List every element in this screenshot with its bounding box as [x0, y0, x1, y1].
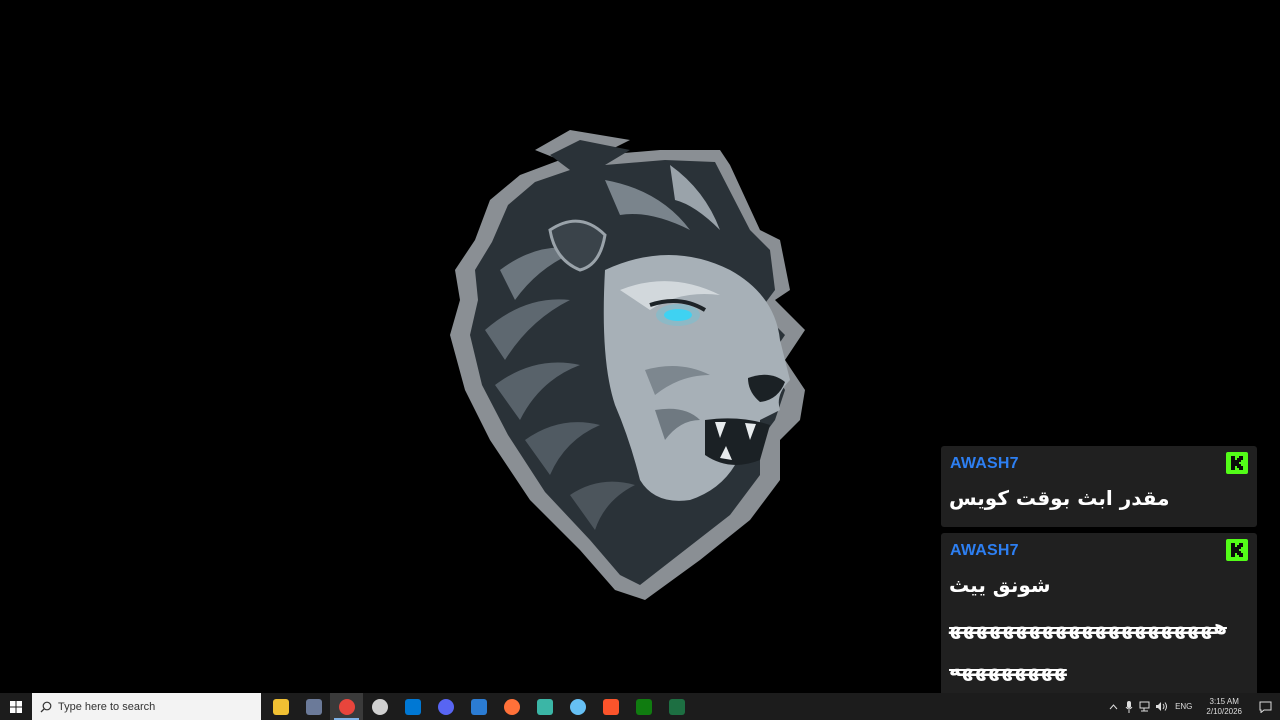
file-explorer-icon — [272, 698, 289, 715]
clock-date: 2/10/2026 — [1206, 706, 1242, 716]
kick-logo-icon — [1226, 452, 1248, 474]
kick-logo-icon — [1226, 539, 1248, 561]
chat-username: AWASH7 — [950, 455, 1019, 472]
volume-icon[interactable] — [1153, 693, 1169, 720]
obs-icon — [371, 698, 388, 715]
network-icon[interactable] — [1137, 693, 1153, 720]
chat-message-text: شونق ييث — [949, 573, 1051, 597]
taskbar-app-button[interactable] — [528, 693, 561, 720]
taskbar-app-button[interactable] — [627, 693, 660, 720]
chevron-up-icon[interactable] — [1105, 693, 1121, 720]
taskbar-app-button[interactable] — [495, 693, 528, 720]
discord-icon — [437, 698, 454, 715]
chat-message-text: مقدر ابث بوقت كويس — [949, 486, 1170, 510]
windows-logo-icon — [10, 700, 22, 713]
brave-icon — [602, 698, 619, 715]
chat-message-text: هههههههههههههههههههههههههههههه — [949, 615, 1227, 681]
taskbar-clock[interactable]: 3:15 AM 2/10/2026 — [1206, 697, 1242, 717]
chrome-icon — [338, 698, 355, 715]
taskbar: Type here to search ENG 3:15 AM 2/10/202… — [0, 693, 1280, 720]
microsoft-store-icon — [404, 698, 421, 715]
edge-icon — [536, 698, 553, 715]
taskbar-app-button[interactable] — [264, 693, 297, 720]
word-icon — [470, 698, 487, 715]
chat-username: AWASH7 — [950, 542, 1019, 559]
search-placeholder: Type here to search — [58, 700, 156, 713]
taskbar-app-button[interactable] — [297, 693, 330, 720]
language-indicator[interactable]: ENG — [1175, 702, 1192, 711]
taskbar-app-button[interactable] — [429, 693, 462, 720]
microphone-icon[interactable] — [1121, 693, 1137, 720]
chat-message-card: AWASH7 شونق ييث هههههههههههههههههههههههه… — [941, 533, 1257, 696]
start-button[interactable] — [0, 693, 32, 720]
taskbar-app-button[interactable] — [594, 693, 627, 720]
game-controller-icon — [305, 698, 322, 715]
clock-time: 3:15 AM — [1209, 696, 1239, 706]
taskbar-search-box[interactable]: Type here to search — [32, 693, 261, 720]
excel-icon — [668, 698, 685, 715]
firefox-icon — [503, 698, 520, 715]
system-tray: ENG 3:15 AM 2/10/2026 — [1105, 693, 1280, 720]
taskbar-app-button[interactable] — [462, 693, 495, 720]
taskbar-app-button[interactable] — [330, 693, 363, 720]
taskbar-app-button[interactable] — [561, 693, 594, 720]
steam-icon — [569, 698, 586, 715]
taskbar-app-button[interactable] — [660, 693, 693, 720]
lion-wallpaper-image — [450, 130, 805, 600]
chat-message-card: AWASH7 مقدر ابث بوقت كويس — [941, 446, 1257, 527]
xbox-icon — [635, 698, 652, 715]
search-icon — [40, 701, 52, 712]
taskbar-app-button[interactable] — [363, 693, 396, 720]
notification-icon — [1259, 701, 1271, 713]
taskbar-apps — [264, 693, 693, 720]
taskbar-app-button[interactable] — [396, 693, 429, 720]
notification-center-button[interactable] — [1250, 693, 1280, 720]
